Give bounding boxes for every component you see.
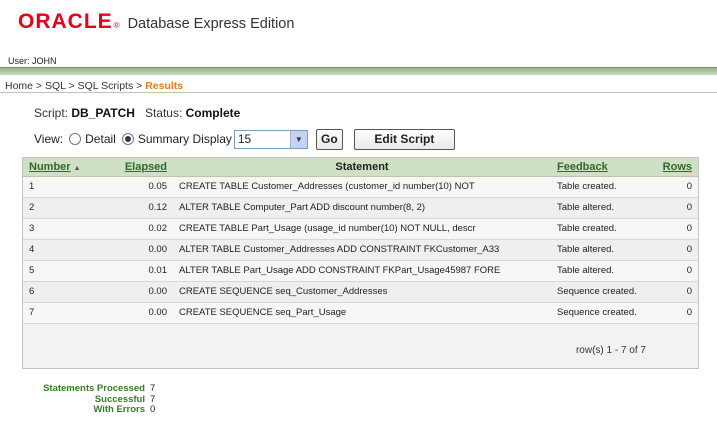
status-value: Complete	[185, 106, 241, 120]
detail-radio-label[interactable]: Detail	[85, 132, 116, 146]
cell-feedback: Table altered.	[551, 197, 647, 219]
breadcrumb-home[interactable]: Home	[5, 80, 33, 92]
breadcrumb-current: Results	[145, 80, 184, 92]
display-label: Display	[192, 132, 232, 146]
cell-feedback: Table altered.	[551, 260, 647, 282]
detail-radio[interactable]	[69, 133, 82, 145]
table-row: 3 0.02 CREATE TABLE Part_Usage (usage_id…	[23, 218, 698, 240]
table-row: 4 0.00 ALTER TABLE Customer_Addresses AD…	[23, 239, 698, 261]
summary-radio-label[interactable]: Summary	[138, 132, 189, 146]
cell-number: 4	[23, 239, 103, 261]
summary-row-processed: Statements Processed 7	[8, 383, 156, 395]
cell-elapsed: 0.00	[103, 281, 173, 303]
script-name: DB_PATCH	[71, 106, 135, 120]
cell-feedback: Table created.	[551, 176, 647, 198]
cell-rows: 0	[647, 218, 698, 240]
script-label: Script:	[34, 106, 69, 120]
breadcrumb-separator: >	[133, 80, 146, 92]
col-header-elapsed[interactable]: Elapsed	[103, 158, 173, 177]
cell-rows: 0	[647, 239, 698, 261]
col-header-rows[interactable]: Rows	[647, 158, 698, 177]
results-region: Number ▲ Elapsed Statement Feedback Rows …	[22, 157, 699, 369]
cell-rows: 0	[647, 302, 698, 324]
table-row: 5 0.01 ALTER TABLE Part_Usage ADD CONSTR…	[23, 260, 698, 282]
view-label: View:	[34, 132, 64, 146]
cell-number: 7	[23, 302, 103, 324]
table-header-row: Number ▲ Elapsed Statement Feedback Rows	[23, 158, 698, 177]
sort-elapsed-link[interactable]: Elapsed	[125, 161, 167, 173]
col-header-feedback[interactable]: Feedback	[551, 158, 647, 177]
go-button[interactable]: Go	[315, 128, 343, 150]
cell-feedback: Table altered.	[551, 239, 647, 261]
cell-statement: ALTER TABLE Computer_Part ADD discount n…	[173, 197, 551, 219]
display-select-value: 15	[237, 132, 252, 146]
cell-rows: 0	[647, 176, 698, 198]
cell-rows: 0	[647, 281, 698, 303]
sort-rows-link[interactable]: Rows	[663, 161, 692, 173]
processed-value: 7	[150, 383, 156, 394]
breadcrumb: Home > SQL > SQL Scripts > Results	[5, 80, 183, 92]
cell-statement: ALTER TABLE Customer_Addresses ADD CONST…	[173, 239, 551, 261]
sort-ascending-icon: ▲	[73, 164, 81, 172]
cell-number: 1	[23, 176, 103, 198]
cell-statement: CREATE SEQUENCE seq_Part_Usage	[173, 302, 551, 324]
cell-elapsed: 0.05	[103, 176, 173, 198]
registered-mark: ®	[113, 21, 120, 30]
sort-feedback-link[interactable]: Feedback	[557, 161, 608, 173]
sort-number-link[interactable]: Number	[29, 161, 71, 173]
table-row: 2 0.12 ALTER TABLE Computer_Part ADD dis…	[23, 197, 698, 219]
cell-number: 3	[23, 218, 103, 240]
breadcrumb-separator: >	[65, 80, 78, 92]
product-name: Database Express Edition	[127, 16, 295, 32]
breadcrumb-divider	[0, 92, 717, 93]
chevron-down-icon[interactable]: ▼	[289, 130, 307, 148]
display-select[interactable]: 15 ▼	[233, 129, 308, 149]
cell-rows: 0	[647, 197, 698, 219]
pagination-info: row(s) 1 - 7 of 7	[575, 345, 646, 356]
col-header-statement: Statement	[173, 158, 551, 177]
cell-statement: CREATE TABLE Customer_Addresses (custome…	[173, 176, 551, 198]
cell-feedback: Table created.	[551, 218, 647, 240]
cell-elapsed: 0.01	[103, 260, 173, 282]
breadcrumb-sql[interactable]: SQL	[45, 80, 66, 92]
cell-number: 5	[23, 260, 103, 282]
errors-label: With Errors	[93, 404, 145, 415]
errors-value: 0	[150, 404, 156, 415]
breadcrumb-separator: >	[33, 80, 45, 92]
cell-rows: 0	[647, 260, 698, 282]
cell-elapsed: 0.00	[103, 302, 173, 324]
processed-label: Statements Processed	[43, 383, 145, 394]
cell-statement: CREATE SEQUENCE seq_Customer_Addresses	[173, 281, 551, 303]
col-header-number[interactable]: Number ▲	[23, 158, 103, 177]
execution-summary: Statements Processed 7 Successful 7 With…	[8, 383, 156, 416]
oracle-logo: ORACLE ® Database Express Edition	[18, 10, 294, 34]
cell-elapsed: 0.12	[103, 197, 173, 219]
summary-row-errors: With Errors 0	[8, 404, 156, 416]
status-label: Status:	[144, 106, 183, 120]
script-info: Script: DB_PATCH Status: Complete	[34, 106, 240, 120]
cell-feedback: Sequence created.	[551, 281, 647, 303]
edit-script-button[interactable]: Edit Script	[353, 128, 455, 150]
table-row: 1 0.05 CREATE TABLE Customer_Addresses (…	[23, 176, 698, 198]
header-divider-bar	[0, 67, 717, 75]
table-row: 7 0.00 CREATE SEQUENCE seq_Part_Usage Se…	[23, 302, 698, 324]
results-table: Number ▲ Elapsed Statement Feedback Rows …	[23, 158, 698, 324]
current-user: User: JOHN	[8, 56, 57, 66]
cell-feedback: Sequence created.	[551, 302, 647, 324]
cell-statement: ALTER TABLE Part_Usage ADD CONSTRAINT FK…	[173, 260, 551, 282]
breadcrumb-sql-scripts[interactable]: SQL Scripts	[78, 80, 134, 92]
cell-number: 6	[23, 281, 103, 303]
cell-statement: CREATE TABLE Part_Usage (usage_id number…	[173, 218, 551, 240]
table-row: 6 0.00 CREATE SEQUENCE seq_Customer_Addr…	[23, 281, 698, 303]
cell-elapsed: 0.00	[103, 239, 173, 261]
brand-name: ORACLE	[18, 10, 113, 33]
cell-number: 2	[23, 197, 103, 219]
cell-elapsed: 0.02	[103, 218, 173, 240]
summary-radio[interactable]	[121, 133, 134, 145]
view-controls: View: Detail Summary Display 15 ▼ Go Edi…	[34, 128, 455, 150]
